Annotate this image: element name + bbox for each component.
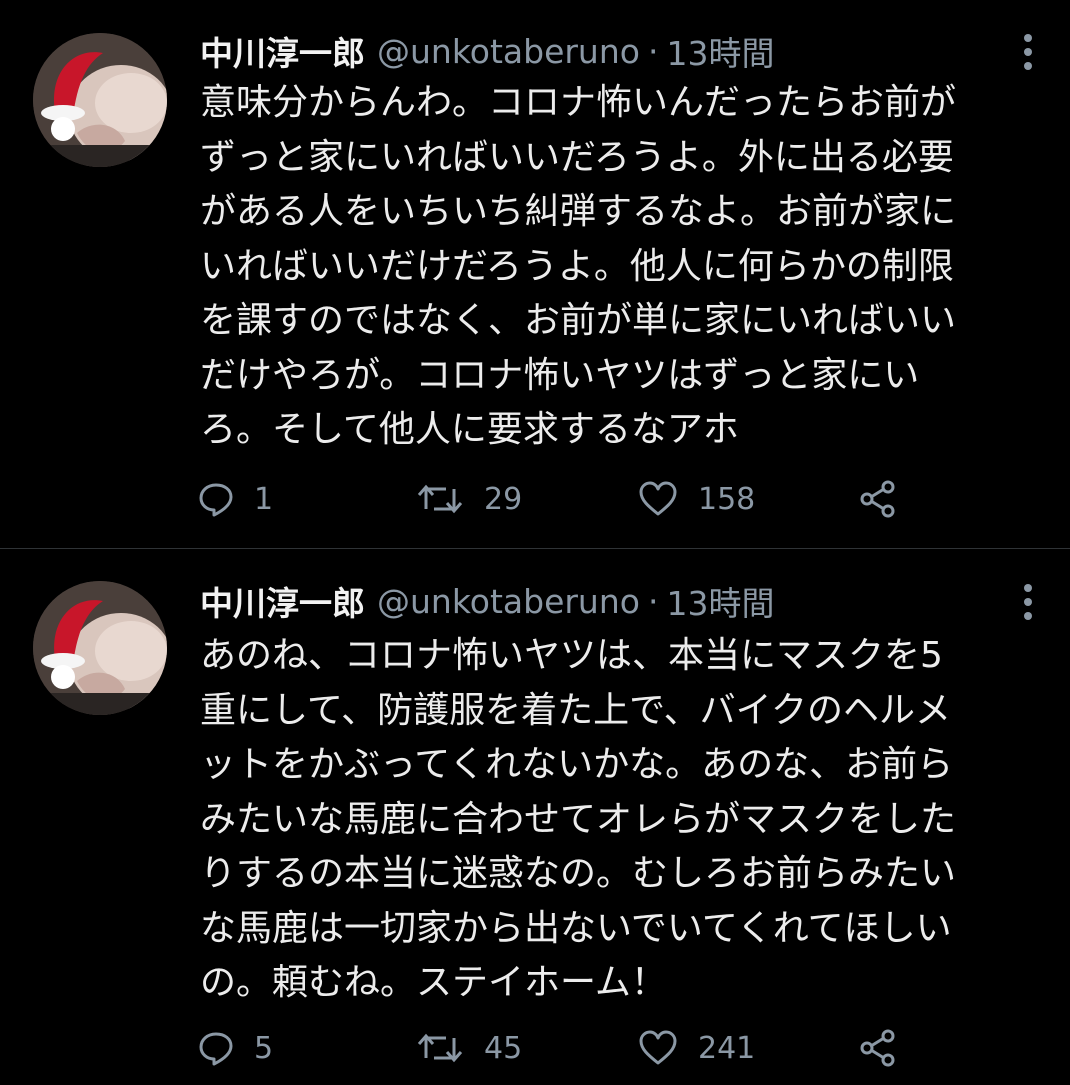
tweet[interactable]: 中川淳一郎 @unkotaberuno · 13時間 意味分からんわ。コロナ怖い… <box>0 0 1070 548</box>
action-bar: 1 29 158 <box>198 474 918 524</box>
avatar-image <box>33 581 167 715</box>
separator: · <box>647 581 659 621</box>
avatar[interactable] <box>33 581 167 715</box>
retweet-icon <box>417 1033 463 1063</box>
retweet-count: 45 <box>484 1030 523 1066</box>
heart-icon <box>639 1030 677 1065</box>
tweet-text-line: がある人をいちいち糾弾するなよ。お前が家に <box>200 191 957 232</box>
avatar-image <box>33 33 167 167</box>
share-button[interactable] <box>858 1023 898 1073</box>
reply-icon <box>199 1032 233 1066</box>
tweet-text-line: りするの本当に迷惑なの。むしろお前らみたい <box>200 853 957 894</box>
tweet-text-line: だけやろが。コロナ怖いヤツはずっと家にい <box>200 354 920 396</box>
avatar[interactable] <box>33 33 167 167</box>
tweet-text-line: いればいいだけだろうよ。他人に何らかの制限 <box>200 245 954 287</box>
like-button[interactable]: 241 <box>638 1023 755 1073</box>
like-button[interactable]: 158 <box>638 474 755 524</box>
tweet-text-line: ットをかぶってくれないかな。あのな、お前ら <box>200 744 954 785</box>
share-icon <box>860 1029 895 1067</box>
tweet-text-line: 意味分からんわ。コロナ怖いんだったらお前が <box>200 82 957 123</box>
share-button[interactable] <box>858 474 898 524</box>
display-name[interactable]: 中川淳一郎 <box>200 577 365 625</box>
more-vertical-icon[interactable] <box>1017 34 1039 70</box>
reply-count: 1 <box>254 481 274 517</box>
retweet-button[interactable]: 29 <box>416 474 522 524</box>
more-vertical-icon[interactable] <box>1017 584 1039 620</box>
tweet-text-line: みたいな馬鹿に合わせてオレらがマスクをした <box>200 798 957 840</box>
reply-icon <box>199 483 233 517</box>
reply-count: 5 <box>254 1030 274 1066</box>
separator: · <box>647 31 659 71</box>
tweet-text-line: の。頼むね。ステイホーム！ <box>200 962 667 1003</box>
user-handle[interactable]: @unkotaberuno <box>377 582 640 621</box>
action-bar: 5 45 241 <box>198 1023 918 1073</box>
timestamp[interactable]: 13時間 <box>666 577 774 625</box>
tweet[interactable]: 中川淳一郎 @unkotaberuno · 13時間 あのね、コロナ怖いヤツは、… <box>0 549 1070 1085</box>
retweet-button[interactable]: 45 <box>416 1023 522 1073</box>
like-count: 158 <box>698 481 756 517</box>
retweet-icon <box>417 484 463 514</box>
tweet-header: 中川淳一郎 @unkotaberuno · 13時間 <box>200 26 774 76</box>
like-count: 241 <box>698 1030 756 1066</box>
tweet-text: あのね、コロナ怖いヤツは、本当にマスクを5 重にして、防護服を着た上で、バイクの… <box>200 629 1050 1011</box>
heart-icon <box>639 481 677 516</box>
reply-button[interactable]: 5 <box>198 1023 273 1073</box>
tweet-header: 中川淳一郎 @unkotaberuno · 13時間 <box>200 576 774 626</box>
tweet-text: 意味分からんわ。コロナ怖いんだったらお前が ずっと家にいればいいだろうよ。外に出… <box>200 76 1050 458</box>
tweet-text-line: な馬鹿は一切家から出ないでいてくれてほしい <box>200 907 952 949</box>
retweet-count: 29 <box>484 481 523 517</box>
reply-button[interactable]: 1 <box>198 474 273 524</box>
user-handle[interactable]: @unkotaberuno <box>377 32 640 71</box>
display-name[interactable]: 中川淳一郎 <box>200 27 365 75</box>
tweet-text-line: を課すのではなく、お前が単に家にいればいい <box>200 300 957 341</box>
tweet-text-line: ずっと家にいればいいだろうよ。外に出る必要 <box>200 136 954 178</box>
tweet-text-line: ろ。そして他人に要求するなアホ <box>200 409 739 450</box>
timestamp[interactable]: 13時間 <box>666 27 774 75</box>
tweet-text-line: 重にして、防護服を着た上で、バイクのヘルメ <box>200 689 951 731</box>
share-icon <box>860 480 895 518</box>
tweet-text-line: あのね、コロナ怖いヤツは、本当にマスクを5 <box>200 635 943 676</box>
